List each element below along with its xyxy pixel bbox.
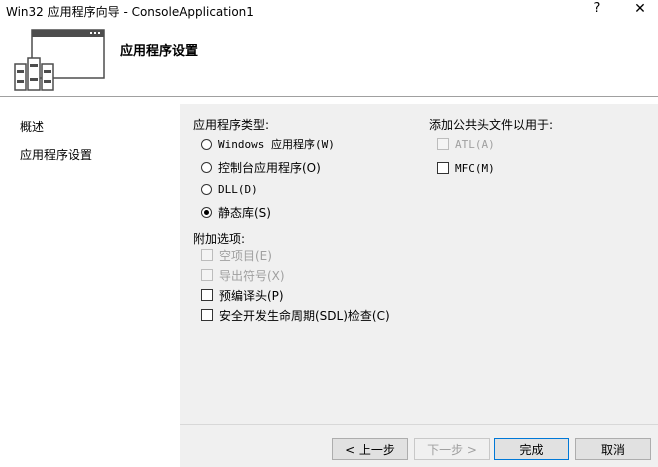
sidebar-item-app-settings[interactable]: 应用程序设置 (20, 146, 92, 163)
checkbox-sdl-checks[interactable]: 安全开发生命周期(SDL)检查(C) (201, 306, 390, 324)
sidebar-item-overview[interactable]: 概述 (20, 118, 44, 135)
radio-label: DLL(D) (218, 182, 258, 196)
checkbox-label: 空项目(E) (219, 248, 272, 263)
radio-indicator[interactable] (201, 206, 212, 218)
radio-label: 控制台应用程序(O) (218, 160, 321, 175)
radio-indicator[interactable] (201, 183, 212, 195)
checkbox-indicator[interactable] (201, 249, 213, 261)
radio-windows-app[interactable]: Windows 应用程序(W) (201, 135, 335, 153)
title-bar: Win32 应用程序向导 - ConsoleApplication1 ? ✕ (0, 0, 658, 22)
wizard-sidebar: 概述 应用程序设置 (0, 104, 180, 467)
checkbox-label: 预编译头(P) (219, 288, 284, 303)
finish-button[interactable]: 完成 (494, 438, 569, 460)
checkbox-precompiled-header[interactable]: 预编译头(P) (201, 286, 284, 304)
checkbox-indicator[interactable] (437, 162, 449, 174)
radio-dll[interactable]: DLL(D) (201, 180, 258, 198)
app-type-label: 应用程序类型: (193, 118, 270, 132)
extra-options-label: 附加选项: (193, 232, 246, 246)
checkbox-mfc[interactable]: MFC(M) (437, 159, 495, 177)
checkbox-label: ATL(A) (455, 137, 495, 151)
radio-indicator[interactable] (201, 161, 212, 173)
headers-for-label: 添加公共头文件以用于: (429, 118, 554, 132)
checkbox-indicator[interactable] (201, 269, 213, 281)
checkbox-label: 安全开发生命周期(SDL)检查(C) (219, 308, 390, 323)
help-button[interactable]: ? (589, 1, 605, 21)
checkbox-label: MFC(M) (455, 161, 495, 175)
window-title: Win32 应用程序向导 - ConsoleApplication1 (6, 5, 254, 19)
checkbox-atl[interactable]: ATL(A) (437, 135, 495, 153)
radio-label: Windows 应用程序(W) (218, 138, 335, 151)
cancel-button[interactable]: 取消 (575, 438, 651, 460)
radio-label: 静态库(S) (218, 205, 271, 220)
checkbox-empty-project[interactable]: 空项目(E) (201, 246, 272, 264)
settings-panel: 应用程序类型: Windows 应用程序(W) 控制台应用程序(O) DLL(D… (180, 104, 658, 467)
checkbox-indicator[interactable] (201, 289, 213, 301)
radio-console-app[interactable]: 控制台应用程序(O) (201, 158, 321, 176)
wizard-books-window-icon (14, 29, 105, 91)
checkbox-indicator[interactable] (437, 138, 449, 150)
header-divider (0, 96, 658, 97)
radio-indicator[interactable] (201, 138, 212, 150)
checkbox-indicator[interactable] (201, 309, 213, 321)
wizard-header: 应用程序设置 (0, 22, 658, 96)
checkbox-label: 导出符号(X) (219, 268, 285, 283)
close-button[interactable]: ✕ (630, 1, 650, 21)
prev-button[interactable]: < 上一步 (332, 438, 408, 460)
page-title: 应用程序设置 (120, 44, 199, 59)
footer-divider (180, 424, 658, 425)
checkbox-export-symbols[interactable]: 导出符号(X) (201, 266, 285, 284)
next-button[interactable]: 下一步 > (414, 438, 490, 460)
radio-static-lib[interactable]: 静态库(S) (201, 203, 271, 221)
